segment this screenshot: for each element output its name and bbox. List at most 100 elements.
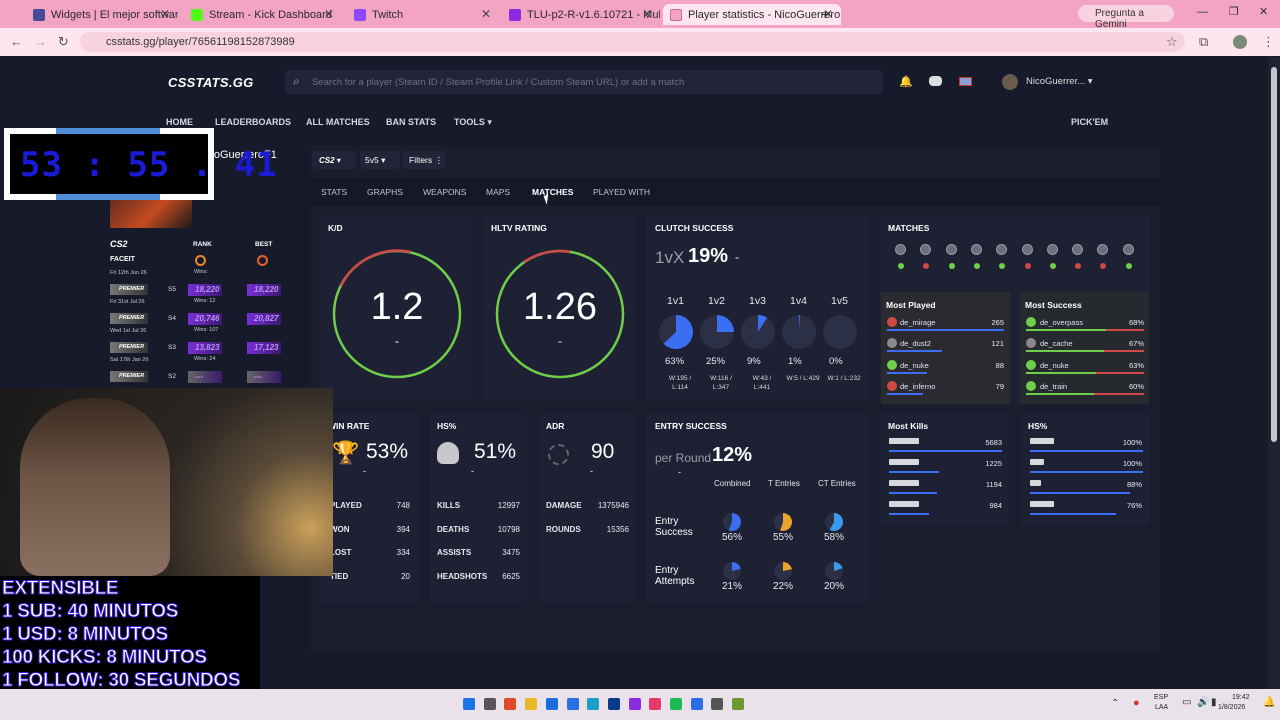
- match-result-dot: [1024, 263, 1031, 269]
- tab-widgets[interactable]: Widgets | El mejor software pa✕: [26, 4, 178, 25]
- taskbar-app-icon[interactable]: [628, 698, 641, 710]
- map-name[interactable]: de_dust2: [900, 339, 931, 348]
- username-menu[interactable]: NicoGuerrer... ▾: [1026, 76, 1093, 87]
- taskbar-app-icon[interactable]: [732, 698, 745, 710]
- map-icon[interactable]: [1122, 244, 1134, 255]
- site-logo[interactable]: CSSTATS.GG: [168, 75, 254, 90]
- tab-weapons[interactable]: WEAPONS: [423, 187, 466, 197]
- clock-time[interactable]: 19:42: [1232, 694, 1250, 701]
- back-icon[interactable]: ←: [10, 34, 23, 49]
- map-name[interactable]: de_overpass: [1040, 318, 1083, 327]
- browser-menu-icon[interactable]: ⋮: [1262, 34, 1275, 50]
- taskbar-app-icon[interactable]: [711, 698, 724, 710]
- rank-date: Fri 31st Jul 26: [110, 299, 145, 305]
- map-name[interactable]: de_nuke: [1040, 361, 1069, 370]
- hs-bar: [1030, 492, 1130, 494]
- map-icon[interactable]: [970, 244, 982, 255]
- url-field[interactable]: csstats.gg/player/76561198152873989: [80, 32, 1185, 52]
- game-select[interactable]: CS2 ▾: [312, 151, 356, 169]
- uk-flag-icon[interactable]: [959, 77, 972, 86]
- adr-value: 90: [591, 440, 615, 463]
- notification-icon[interactable]: 🔔: [1263, 697, 1275, 708]
- search-input[interactable]: ⌕ Search for a player (Steam ID / Steam P…: [285, 70, 883, 94]
- maximize-icon[interactable]: ❐: [1229, 5, 1239, 18]
- minimize-icon[interactable]: —: [1197, 6, 1208, 18]
- profile-avatar[interactable]: [1233, 35, 1247, 49]
- reload-icon[interactable]: ↻: [58, 34, 69, 50]
- map-icon[interactable]: [945, 244, 957, 255]
- window-close-icon[interactable]: ✕: [1259, 5, 1268, 18]
- battery-icon[interactable]: ▮: [1211, 697, 1217, 708]
- mic-icon[interactable]: ●: [1133, 697, 1140, 709]
- nav-pickem[interactable]: PICK'EM: [1071, 117, 1108, 127]
- map-icon[interactable]: [1046, 244, 1058, 255]
- tab-played-with[interactable]: PLAYED WITH: [593, 187, 650, 197]
- map-name[interactable]: de_cache: [1040, 339, 1073, 348]
- stat-value: 20: [401, 571, 410, 581]
- map-count: 79: [995, 381, 1004, 391]
- close-icon[interactable]: ✕: [160, 7, 170, 21]
- tab-graphs[interactable]: GRAPHS: [367, 187, 403, 197]
- tab-maps[interactable]: MAPS: [486, 187, 510, 197]
- taskbar-app-icon[interactable]: [670, 698, 682, 710]
- scrollbar[interactable]: [1268, 57, 1280, 689]
- taskbar-app-icon[interactable]: [483, 698, 496, 710]
- taskbar-app-icon[interactable]: [525, 698, 538, 710]
- tab-tlu[interactable]: TLU-p2-R-v1.6.10721 - Multipa✕: [502, 4, 660, 25]
- taskbar-app-icon[interactable]: [690, 698, 703, 710]
- discord-icon[interactable]: [929, 76, 942, 86]
- filters-button[interactable]: Filters ⋮: [403, 151, 445, 169]
- map-bar: [887, 350, 942, 353]
- most-success-title: Most Success: [1025, 300, 1082, 310]
- close-icon[interactable]: ✕: [642, 7, 652, 21]
- network-icon[interactable]: ▭: [1182, 697, 1191, 708]
- clutch-title: CLUTCH SUCCESS: [655, 223, 734, 233]
- taskbar-app-icon[interactable]: [504, 698, 517, 710]
- map-icon[interactable]: [895, 244, 906, 255]
- taskbar-app-icon[interactable]: [587, 698, 600, 710]
- map-name[interactable]: de_mirage: [900, 318, 935, 327]
- hs-bar: [1030, 513, 1116, 515]
- clutch-pie: [741, 315, 775, 349]
- lang-indicator[interactable]: ESP: [1154, 694, 1168, 701]
- kills-bar: [889, 450, 1002, 452]
- map-name[interactable]: de_train: [1040, 382, 1067, 391]
- new-tab-icon[interactable]: +: [821, 6, 829, 22]
- bell-icon[interactable]: 🔔: [899, 75, 913, 88]
- tab-kick[interactable]: Stream - Kick Dashboard ✕: [184, 4, 342, 25]
- bookmark-star-icon[interactable]: ☆: [1166, 34, 1178, 50]
- extensions-icon[interactable]: ⧉: [1199, 34, 1208, 50]
- volume-icon[interactable]: 🔊: [1197, 697, 1209, 708]
- nav-ban-stats[interactable]: BAN STATS: [386, 117, 436, 127]
- avatar[interactable]: [1002, 74, 1018, 90]
- entry-title: ENTRY SUCCESS: [655, 421, 727, 431]
- map-name[interactable]: de_nuke: [900, 361, 929, 370]
- nav-tools[interactable]: TOOLS ▾: [454, 117, 492, 128]
- taskbar-app-icon[interactable]: [649, 698, 662, 710]
- map-icon[interactable]: [1021, 244, 1033, 255]
- clutch-suffix: -: [735, 250, 739, 264]
- close-icon[interactable]: ✕: [324, 7, 334, 21]
- rank-season: S3: [168, 344, 176, 351]
- mode-select[interactable]: 5v5 ▾: [360, 151, 400, 169]
- taskbar-app-icon[interactable]: [545, 698, 558, 710]
- nav-leaderboards[interactable]: LEADERBOARDS: [215, 117, 291, 127]
- map-name[interactable]: de_inferno: [900, 382, 935, 391]
- map-icon: [1026, 380, 1036, 391]
- nav-home[interactable]: HOME: [166, 117, 193, 127]
- tab-twitch[interactable]: Twitch ✕: [347, 4, 499, 25]
- taskbar-app-icon[interactable]: [607, 698, 620, 710]
- taskbar-app-icon[interactable]: [566, 698, 579, 710]
- tab-stats[interactable]: STATS: [321, 187, 347, 197]
- tab-csstats[interactable]: Player statistics - NicoGuerrero ✕: [663, 4, 841, 25]
- rank-date: Sat 17th Jan 26: [110, 357, 149, 363]
- clock-date[interactable]: 1/8/2026: [1218, 704, 1245, 711]
- close-icon[interactable]: ✕: [481, 7, 491, 21]
- tab-matches[interactable]: MATCHES: [532, 187, 573, 197]
- forward-icon[interactable]: →: [34, 34, 47, 49]
- kills-count: 1194: [985, 480, 1002, 489]
- nav-all-matches[interactable]: ALL MATCHES: [306, 117, 370, 127]
- tray-chevron-icon[interactable]: ⌃: [1111, 698, 1119, 709]
- taskbar-app-icon[interactable]: [463, 698, 475, 710]
- gemini-button[interactable]: Pregunta a Gemini: [1078, 5, 1174, 30]
